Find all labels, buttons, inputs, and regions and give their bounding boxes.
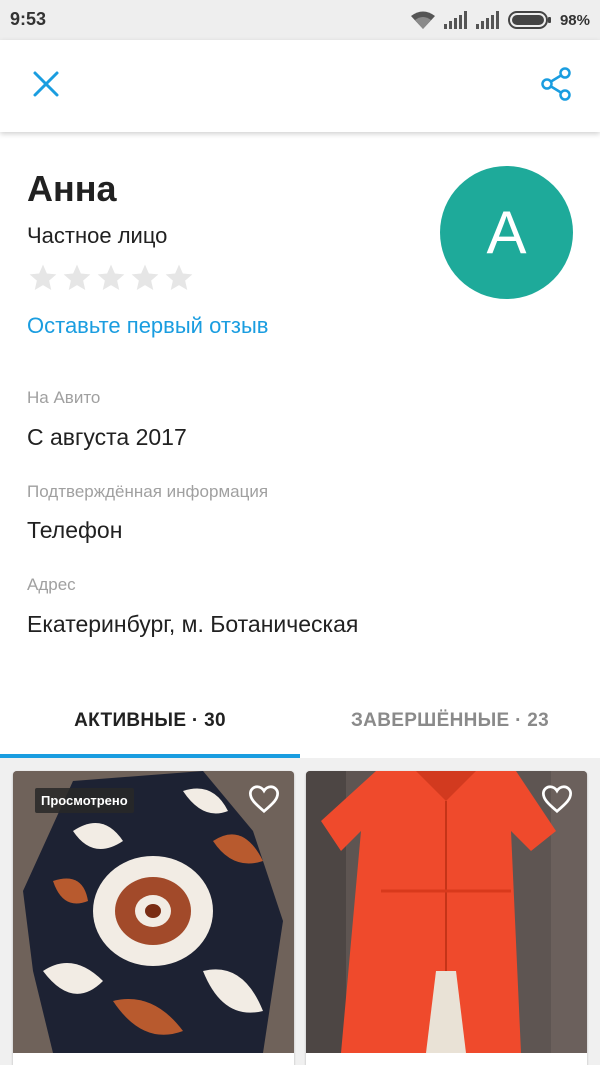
avatar[interactable]: A [440, 166, 573, 299]
signal-icon [443, 11, 468, 29]
info-label-since: На Авито [27, 388, 101, 407]
info-label-verified: Подтверждённая информация [27, 482, 269, 501]
listing-card[interactable] [306, 771, 587, 1065]
wifi-icon [410, 10, 436, 30]
avatar-letter: A [486, 199, 527, 266]
star-empty-icon [129, 262, 161, 294]
star-empty-icon [61, 262, 93, 294]
listing-tabs: АКТИВНЫЕ · 30 ЗАВЕРШЁННЫЕ · 23 [0, 688, 600, 758]
leave-review-link[interactable]: Оставьте первый отзыв [27, 313, 268, 339]
favorite-button[interactable] [537, 781, 577, 821]
close-button[interactable] [24, 64, 68, 108]
status-bar: 9:53 98% [0, 0, 600, 40]
battery-icon [507, 10, 552, 30]
toolbar [0, 40, 600, 132]
share-icon [540, 66, 572, 106]
signal-icon [475, 11, 500, 29]
status-time: 9:53 [10, 9, 47, 29]
star-empty-icon [27, 262, 59, 294]
listings-grid: Просмотрено [0, 758, 600, 1065]
share-button[interactable] [534, 64, 578, 108]
heart-outline-icon [540, 784, 574, 819]
info-value-since: С августа 2017 [27, 424, 187, 450]
status-icons: 98% [410, 8, 590, 32]
close-icon [32, 70, 60, 103]
favorite-button[interactable] [244, 781, 284, 821]
star-empty-icon [163, 262, 195, 294]
viewed-badge: Просмотрено [35, 788, 134, 813]
profile-name: Анна [27, 168, 117, 209]
info-value-address: Екатеринбург, м. Ботаническая [27, 611, 359, 637]
listing-card[interactable]: Просмотрено [13, 771, 294, 1065]
star-empty-icon [95, 262, 127, 294]
heart-outline-icon [247, 784, 281, 819]
info-value-verified: Телефон [27, 517, 123, 543]
profile-type: Частное лицо [27, 223, 168, 248]
battery-percent: 98% [559, 11, 590, 29]
tab-completed[interactable]: ЗАВЕРШЁННЫЕ · 23 [300, 688, 600, 754]
info-label-address: Адрес [27, 575, 76, 594]
rating-stars [27, 262, 195, 294]
tab-active[interactable]: АКТИВНЫЕ · 30 [0, 688, 300, 754]
